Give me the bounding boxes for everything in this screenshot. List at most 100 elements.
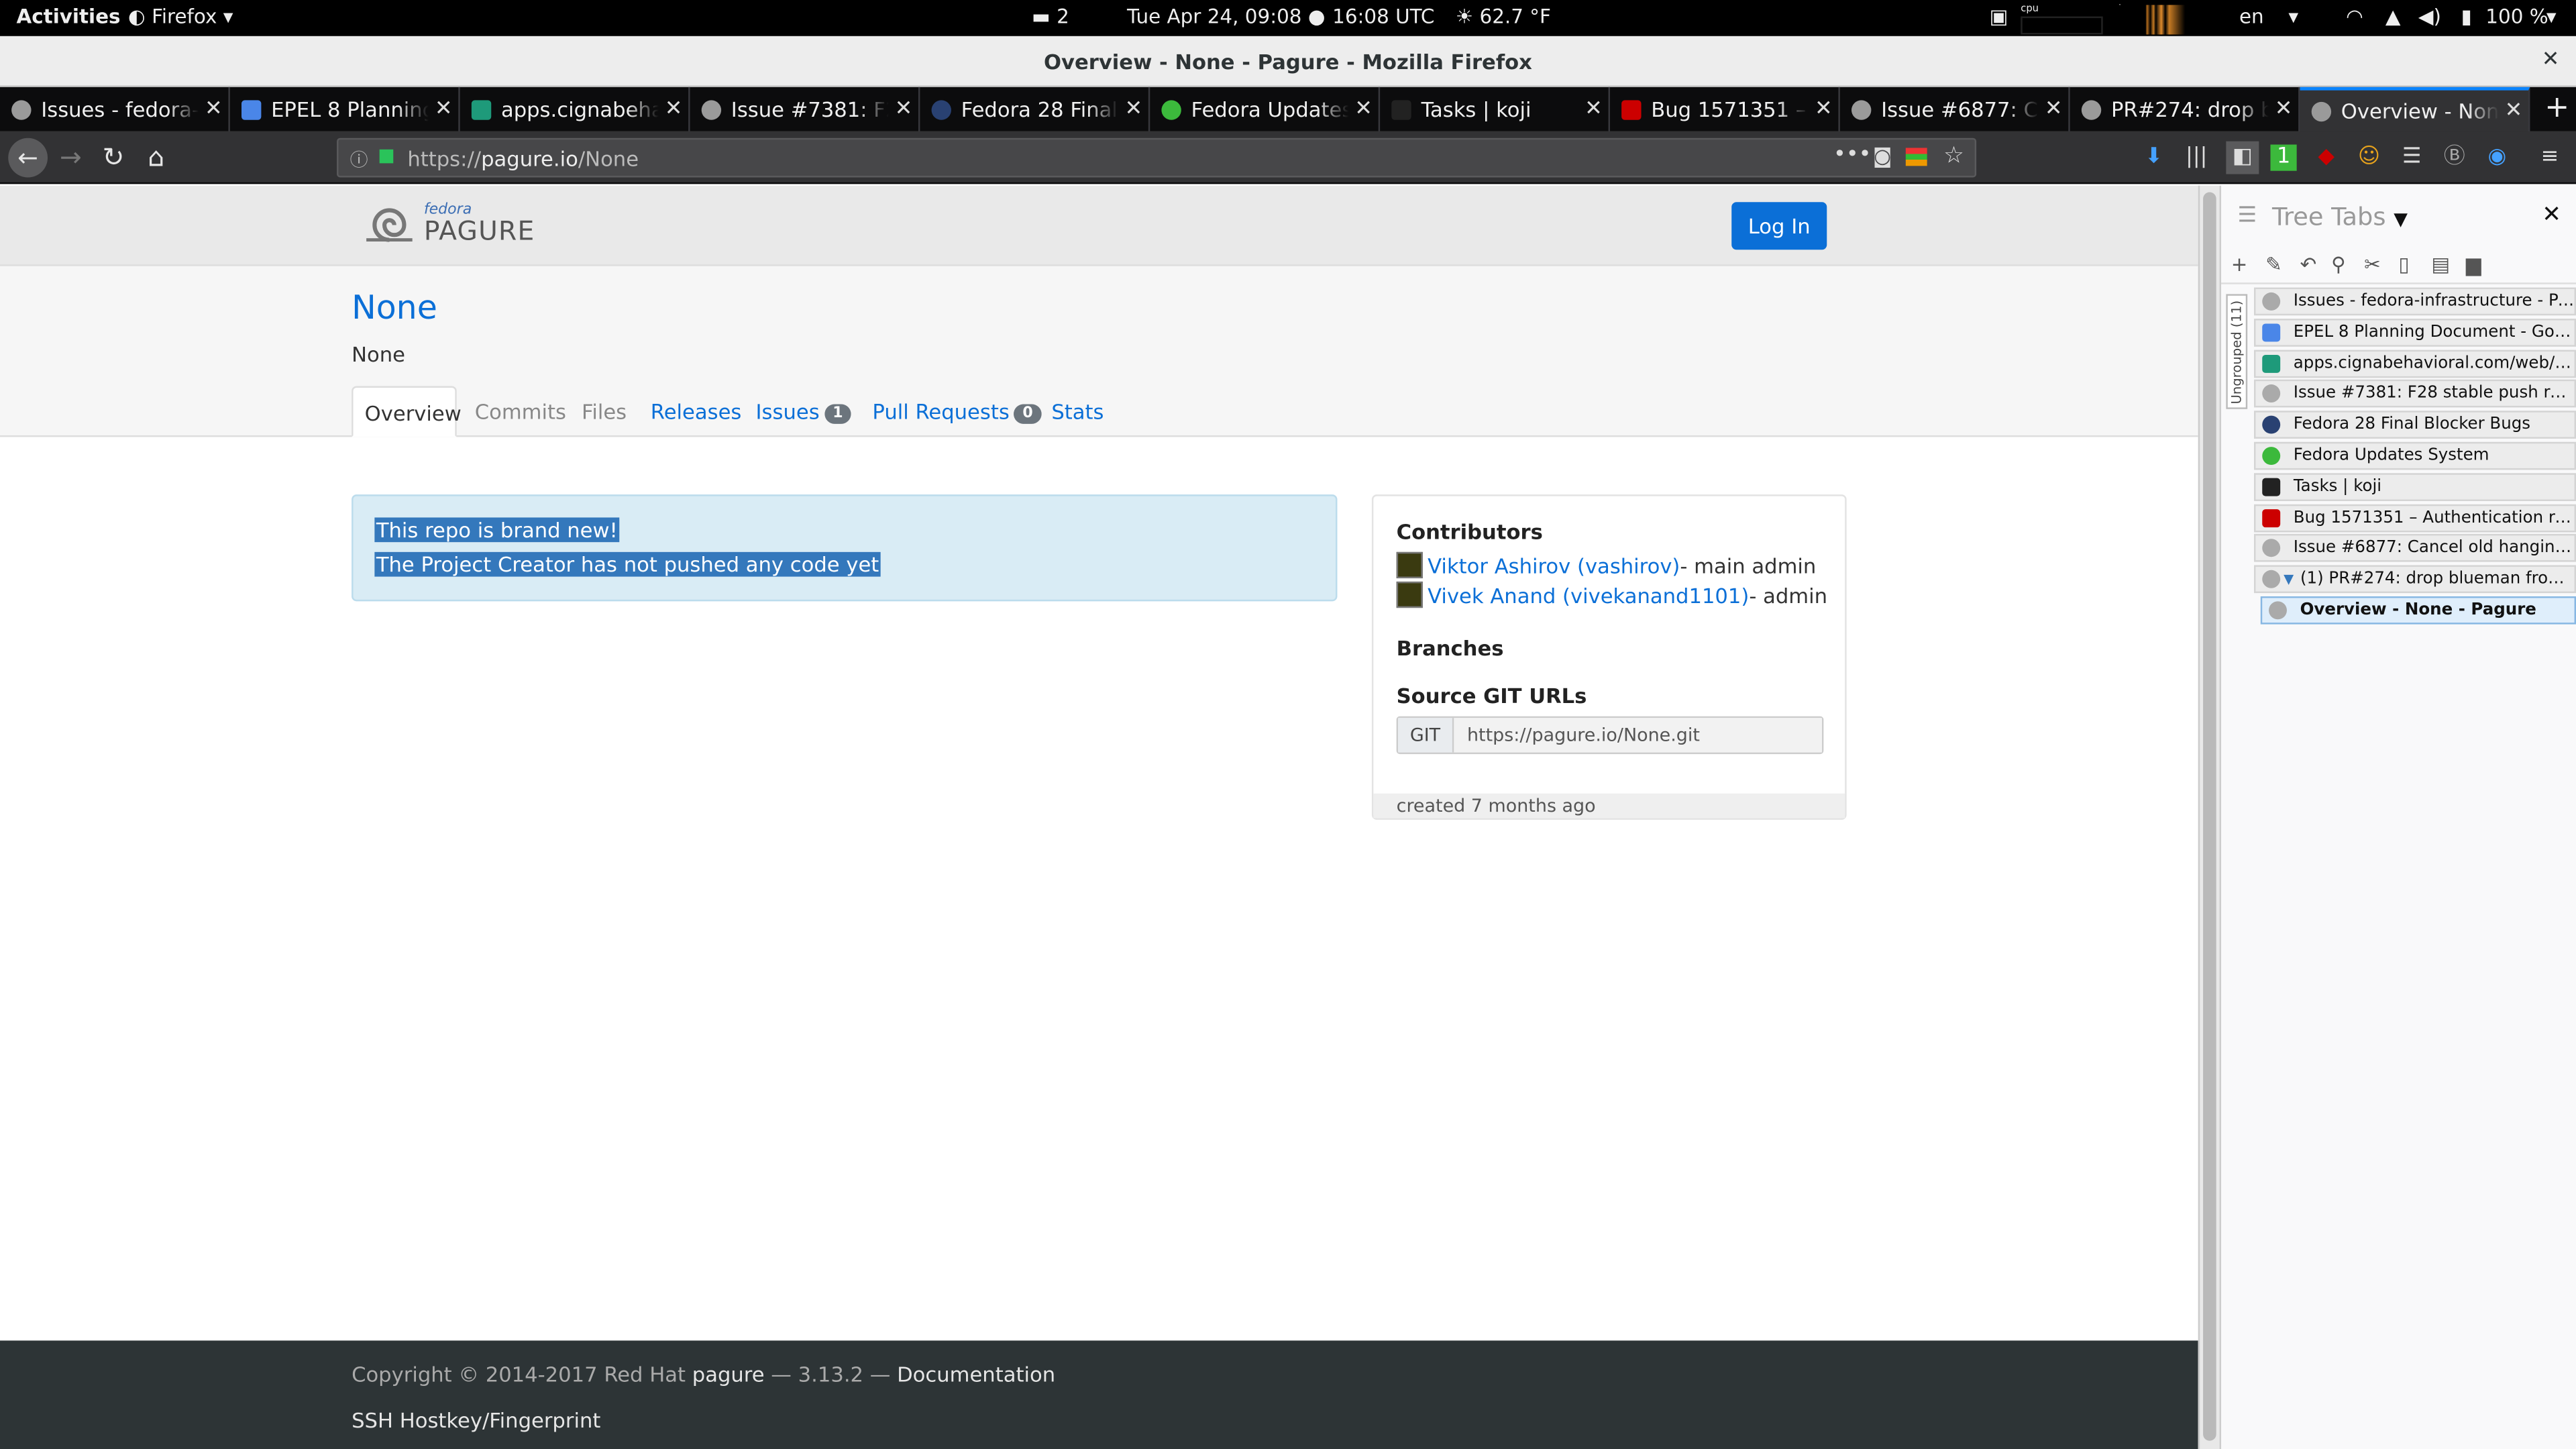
tree-tabs-sidebar: ☰ Tree Tabs ▼ ✕ + ✎ ↶ ⚲ ✂ ▯ ▤ ▆ Ungroupe… — [2219, 185, 2576, 1449]
settings-icon[interactable]: ✂ — [2364, 253, 2381, 276]
browser-tab[interactable]: EPEL 8 Planning Document - Google Docs✕ — [230, 87, 460, 131]
close-tab-icon[interactable]: ✕ — [659, 97, 688, 121]
close-tab-icon[interactable]: ✕ — [2039, 97, 2068, 121]
hamburger-menu-icon[interactable]: ≡ — [2536, 145, 2563, 171]
browser-tab[interactable]: Issue #6877: Cancel old hanging✕ — [1840, 87, 2070, 131]
close-tab-icon[interactable]: ✕ — [429, 97, 458, 121]
forward-button[interactable]: → — [54, 142, 87, 174]
browser-tab[interactable]: apps.cignabehavioral.com✕ — [460, 87, 690, 131]
sidebar-title-text: Tree Tabs — [2271, 202, 2386, 232]
browser-tab[interactable]: Issue #7381: F28 stable push request✕ — [690, 87, 920, 131]
pagure-link[interactable]: pagure — [692, 1362, 765, 1387]
extension-badge-icon[interactable]: 1 — [2270, 144, 2297, 171]
tab-pull-requests[interactable]: Pull Requests 0 — [872, 399, 1041, 424]
tree-tab-item-active[interactable]: Overview - None - Pagure — [2260, 596, 2576, 625]
library-icon[interactable]: ||| — [2184, 145, 2210, 171]
ssh-hostkey-link[interactable]: SSH Hostkey/Fingerprint — [352, 1408, 600, 1433]
documentation-link[interactable]: Documentation — [897, 1362, 1055, 1387]
search-icon[interactable]: ⚲ — [2331, 253, 2346, 276]
system-menu-chevron-icon[interactable]: ▾ — [2546, 5, 2557, 28]
group-ungrouped-tab[interactable]: Ungrouped (11) — [2226, 294, 2248, 409]
weather-indicator[interactable]: ☀ 62.7 °F — [1456, 5, 1551, 28]
app-menu[interactable]: ◐ Firefox ▾ — [128, 5, 233, 28]
tab-files[interactable]: Files — [582, 399, 627, 424]
b-extension-icon[interactable]: Ⓑ — [2441, 145, 2467, 171]
tab-releases[interactable]: Releases — [651, 399, 742, 424]
app-name: Firefox — [152, 5, 217, 28]
tree-tab-item[interactable]: EPEL 8 Planning Document - Google Docs — [2254, 319, 2576, 347]
greasemonkey-icon[interactable]: ☺ — [2356, 145, 2382, 171]
folder-icon[interactable]: ▆ — [2466, 253, 2481, 276]
contributor-link[interactable]: Vivek Anand (vivekanand1101) — [1428, 582, 1749, 607]
browser-tab[interactable]: Issues - fedora-infrastructure - Pagure✕ — [0, 87, 230, 131]
monitor-icon[interactable]: ▣ — [1990, 5, 2008, 28]
sidebar-title[interactable]: Tree Tabs ▼ — [2272, 202, 2408, 231]
activities-button[interactable]: Activities — [16, 5, 120, 28]
pocket-icon[interactable]: ◙ — [1873, 145, 1892, 168]
pagure-logo-icon[interactable] — [363, 205, 415, 245]
page-scrollbar[interactable] — [2198, 185, 2220, 1449]
expand-triangle-icon[interactable]: ▼ — [2284, 572, 2294, 586]
tree-tabs-icon[interactable]: ☰ — [2399, 145, 2425, 171]
browser-tab[interactable]: Fedora 28 Final Blocker Bugs✕ — [920, 87, 1150, 131]
new-tab-icon[interactable]: + — [2231, 253, 2248, 276]
close-tab-icon[interactable]: ✕ — [1809, 97, 1838, 121]
close-tab-icon[interactable]: ✕ — [2499, 99, 2528, 123]
undo-close-icon[interactable]: ↶ — [2300, 253, 2317, 276]
extension-icon[interactable] — [1905, 148, 1927, 166]
login-button[interactable]: Log In — [1731, 202, 1827, 250]
window-close-button[interactable]: ✕ — [2542, 48, 2560, 72]
tree-tab-item[interactable]: Tasks | koji — [2254, 473, 2576, 501]
close-tab-icon[interactable]: ✕ — [2269, 97, 2298, 121]
tree-tab-item[interactable]: apps.cignabehavioral.com/web/consumer — [2254, 350, 2576, 378]
downloads-icon[interactable]: ⬇ — [2141, 145, 2167, 171]
home-button[interactable]: ⌂ — [140, 142, 172, 174]
close-sidebar-icon[interactable]: ✕ — [2542, 202, 2561, 228]
tree-tab-item[interactable]: Issue #6877: Cancel old hanging python — [2254, 533, 2576, 562]
clock[interactable]: Tue Apr 24, 09:08 ● — [1127, 5, 1326, 28]
url-bar[interactable]: ⓘ ■ https://pagure.io/None ••• ◙ ☆ — [337, 138, 1977, 178]
tree-tab-item[interactable]: Fedora 28 Final Blocker Bugs — [2254, 411, 2576, 439]
browser-tab[interactable]: PR#274: drop blueman from Xfce✕ — [2070, 87, 2300, 131]
tree-tab-item[interactable]: Issues - fedora-infrastructure - Pagure — [2254, 287, 2576, 316]
contributor-link[interactable]: Viktor Ashirov (vashirov) — [1428, 553, 1680, 578]
browser-tab[interactable]: Tasks | koji ✕ — [1380, 87, 1611, 131]
tab-stats[interactable]: Stats — [1051, 399, 1104, 424]
info-icon[interactable]: ⓘ — [350, 146, 368, 172]
reload-button[interactable]: ↻ — [97, 142, 129, 174]
pagure-icon — [11, 99, 32, 119]
tab-overview[interactable]: Overview — [352, 386, 462, 437]
tree-tab-item[interactable]: Bug 1571351 – Authentication required — [2254, 504, 2576, 533]
tree-tab-item[interactable]: Issue #7381: F28 stable push request - r… — [2254, 379, 2576, 408]
scrollbar-thumb[interactable] — [2203, 192, 2216, 1441]
close-tab-icon[interactable]: ✕ — [1578, 97, 1608, 121]
project-title[interactable]: None — [352, 288, 437, 327]
close-tab-icon[interactable]: ✕ — [1349, 97, 1379, 121]
tab-commits[interactable]: Commits — [475, 399, 566, 424]
tree-tab-item[interactable]: Fedora Updates System — [2254, 441, 2576, 470]
chevron-down-icon[interactable]: ▾ — [2288, 5, 2298, 28]
pin-icon[interactable]: ✎ — [2265, 253, 2282, 276]
browser-tab[interactable]: Bug 1571351 – Authentication required✕ — [1610, 87, 1840, 131]
new-tab-button[interactable]: + — [2544, 91, 2569, 125]
browser-tab[interactable]: Fedora Updates System✕ — [1150, 87, 1381, 131]
page-actions-icon[interactable]: ••• — [1833, 143, 1871, 168]
notification-indicator[interactable]: ▬ 2 — [1032, 5, 1069, 28]
group-icon[interactable]: ▯ — [2399, 253, 2410, 276]
tree-tab-item[interactable]: ▼ (1) PR#274: drop blueman from Xfce — [2254, 565, 2576, 594]
close-tab-icon[interactable]: ✕ — [1119, 97, 1148, 121]
git-url-field[interactable]: GIT https://pagure.io/None.git — [1396, 716, 1824, 755]
sidebar-toggle-icon[interactable]: ◧ — [2226, 141, 2259, 174]
brand-pagure[interactable]: PAGURE — [424, 215, 535, 247]
git-url-value[interactable]: https://pagure.io/None.git — [1454, 718, 1822, 753]
save-icon[interactable]: ▤ — [2431, 253, 2450, 276]
browser-tab-active[interactable]: Overview - None - Pagure✕ — [2300, 87, 2530, 131]
close-tab-icon[interactable]: ✕ — [889, 97, 918, 121]
ublock-icon[interactable]: ◆ — [2313, 145, 2339, 171]
close-tab-icon[interactable]: ✕ — [199, 97, 228, 121]
back-button[interactable]: ← — [8, 138, 48, 178]
bookmark-star-icon[interactable]: ☆ — [1943, 143, 1964, 169]
account-icon[interactable]: ◉ — [2484, 145, 2510, 171]
tab-issues[interactable]: Issues 1 — [756, 399, 851, 424]
language-indicator[interactable]: en — [2239, 5, 2264, 28]
